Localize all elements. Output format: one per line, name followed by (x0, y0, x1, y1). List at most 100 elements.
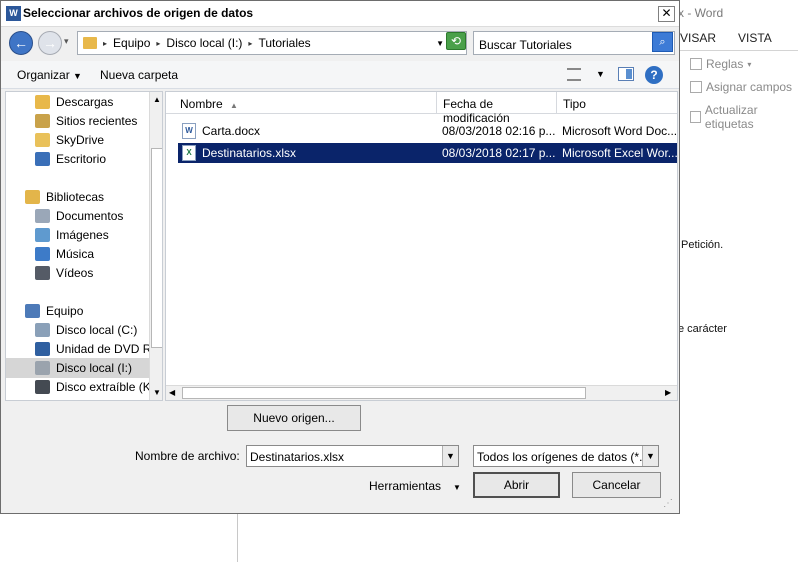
column-header-nombre[interactable]: Nombre ▲ (166, 92, 436, 114)
chevron-down-icon: ▼ (73, 71, 82, 81)
view-dropdown-icon[interactable]: ▼ (596, 69, 605, 79)
dialog-titlebar: W Seleccionar archivos de origen de dato… (1, 1, 679, 27)
drive-i-icon (35, 361, 50, 375)
scroll-right-icon[interactable]: ▶ (665, 388, 671, 397)
ribbon-tab-revisar[interactable]: VISAR (680, 31, 716, 45)
recent-places-icon (35, 114, 50, 128)
new-source-button[interactable]: Nuevo origen... (227, 405, 361, 431)
navigation-pane: Descargas Sitios recientes SkyDrive Escr… (5, 91, 163, 401)
nav-item-escritorio[interactable]: Escritorio (35, 150, 106, 168)
chevron-down-icon: ▼ (453, 483, 461, 492)
scroll-down-icon[interactable]: ▼ (153, 388, 161, 397)
nav-item-descargas[interactable]: Descargas (35, 93, 113, 111)
nav-item-imagenes[interactable]: Imágenes (35, 226, 109, 244)
assign-fields-icon (690, 81, 702, 93)
search-input[interactable]: Buscar Tutoriales (473, 31, 675, 55)
skydrive-icon (35, 133, 50, 147)
file-list: Nombre ▲ Fecha de modificación Tipo W Ca… (165, 91, 678, 401)
address-row: ← → ▾ ▸ Equipo ▸ Disco local (I:) ▸ Tuto… (1, 28, 679, 58)
filename-dropdown-icon[interactable]: ▼ (442, 446, 458, 466)
doc-divider (237, 514, 238, 562)
command-bar: Organizar ▼ Nueva carpeta ▼ ? (1, 61, 679, 89)
tools-button[interactable]: Herramientas ▼ (369, 479, 461, 493)
drive-c-icon (35, 323, 50, 337)
filename-label: Nombre de archivo: (135, 449, 240, 463)
open-file-dialog: W Seleccionar archivos de origen de dato… (0, 0, 680, 514)
update-labels-icon (690, 111, 701, 123)
resize-grip-icon[interactable]: ⋰ (663, 498, 673, 509)
search-icon[interactable]: ⌕ (652, 32, 673, 52)
address-dropdown-icon[interactable]: ▼ (436, 39, 444, 48)
organize-button[interactable]: Organizar ▼ (17, 68, 82, 82)
rules-button[interactable]: Reglas ▾ (690, 57, 751, 71)
doc-text-1: Petición. (681, 239, 724, 251)
scroll-left-icon[interactable]: ◀ (169, 388, 175, 397)
refresh-button[interactable]: ⟲ (446, 32, 466, 50)
file-list-scrollbar[interactable]: ◀ ▶ (166, 385, 677, 400)
nav-item-dvd[interactable]: Unidad de DVD RW (35, 340, 162, 358)
music-icon (35, 247, 50, 261)
breadcrumb-separator-icon: ▸ (103, 38, 108, 48)
word-app-icon: W (6, 6, 21, 21)
preview-pane-icon[interactable] (618, 67, 634, 81)
nav-item-equipo[interactable]: Equipo (25, 302, 83, 320)
ribbon-tab-vista[interactable]: VISTA (738, 31, 772, 45)
filename-input[interactable]: Destinatarios.xlsx ▼ (246, 445, 459, 467)
open-button[interactable]: Abrir (473, 472, 560, 498)
breadcrumb-tutoriales[interactable]: Tutoriales (258, 36, 310, 50)
ribbon-divider (678, 50, 798, 51)
nav-item-documentos[interactable]: Documentos (35, 207, 123, 225)
sort-ascending-icon: ▲ (230, 101, 238, 110)
nav-item-bibliotecas[interactable]: Bibliotecas (25, 188, 104, 206)
arrow-left-icon: ← (14, 35, 28, 51)
nav-scrollbar[interactable]: ▲ ▼ (149, 92, 162, 400)
pictures-icon (35, 228, 50, 242)
filter-dropdown-icon[interactable]: ▼ (642, 446, 658, 466)
removable-drive-icon (35, 380, 50, 394)
folder-download-icon (35, 95, 50, 109)
nav-item-disco-k[interactable]: Disco extraíble (K:) (35, 378, 158, 396)
view-options-icon[interactable] (567, 68, 581, 81)
file-list-scroll-thumb[interactable] (182, 387, 586, 399)
column-header-tipo[interactable]: Tipo (557, 92, 677, 114)
dvd-drive-icon (35, 342, 50, 356)
libraries-icon (25, 190, 40, 204)
breadcrumb-disco-i[interactable]: Disco local (I:) (166, 36, 242, 50)
nav-item-musica[interactable]: Música (35, 245, 94, 263)
forward-button[interactable]: → (38, 31, 62, 55)
column-header-fecha[interactable]: Fecha de modificación (437, 92, 556, 125)
documents-icon (35, 209, 50, 223)
folder-icon (83, 37, 97, 49)
nav-item-videos[interactable]: Vídeos (35, 264, 93, 282)
nav-item-disco-c[interactable]: Disco local (C:) (35, 321, 137, 339)
address-bar[interactable]: ▸ Equipo ▸ Disco local (I:) ▸ Tutoriales… (77, 31, 467, 55)
breadcrumb-separator-icon: ▸ (248, 38, 253, 48)
arrow-right-icon: → (43, 35, 57, 51)
close-button[interactable]: ✕ (658, 6, 675, 22)
assign-fields-button[interactable]: Asignar campos (690, 80, 792, 94)
rules-icon (690, 58, 702, 70)
new-folder-button[interactable]: Nueva carpeta (100, 68, 178, 82)
cancel-button[interactable]: Cancelar (572, 472, 661, 498)
file-row-destinatarios[interactable]: X Destinatarios.xlsx 08/03/2018 02:17 p.… (178, 143, 677, 163)
update-labels-button[interactable]: Actualizar etiquetas (690, 103, 798, 131)
doc-text-2: e carácter (678, 323, 727, 335)
scroll-up-icon[interactable]: ▲ (153, 95, 161, 104)
nav-item-sitios-recientes[interactable]: Sitios recientes (35, 112, 137, 130)
word-document-icon: W (182, 123, 196, 139)
breadcrumb-equipo[interactable]: Equipo (113, 36, 150, 50)
dialog-title: Seleccionar archivos de origen de datos (23, 6, 254, 20)
history-dropdown[interactable]: ▾ (64, 36, 69, 47)
nav-scroll-thumb[interactable] (151, 148, 162, 348)
desktop-icon (35, 152, 50, 166)
breadcrumb-separator-icon: ▸ (156, 38, 161, 48)
nav-item-skydrive[interactable]: SkyDrive (35, 131, 104, 149)
back-button[interactable]: ← (9, 31, 33, 55)
help-icon[interactable]: ? (645, 66, 663, 84)
computer-icon (25, 304, 40, 318)
file-type-filter[interactable]: Todos los orígenes de datos (*.o ▼ (473, 445, 659, 467)
videos-icon (35, 266, 50, 280)
nav-item-disco-i[interactable]: Disco local (I:) (6, 358, 149, 378)
word-title: x - Word (678, 6, 724, 20)
file-row-carta[interactable]: W Carta.docx 08/03/2018 02:16 p... Micro… (178, 121, 677, 141)
